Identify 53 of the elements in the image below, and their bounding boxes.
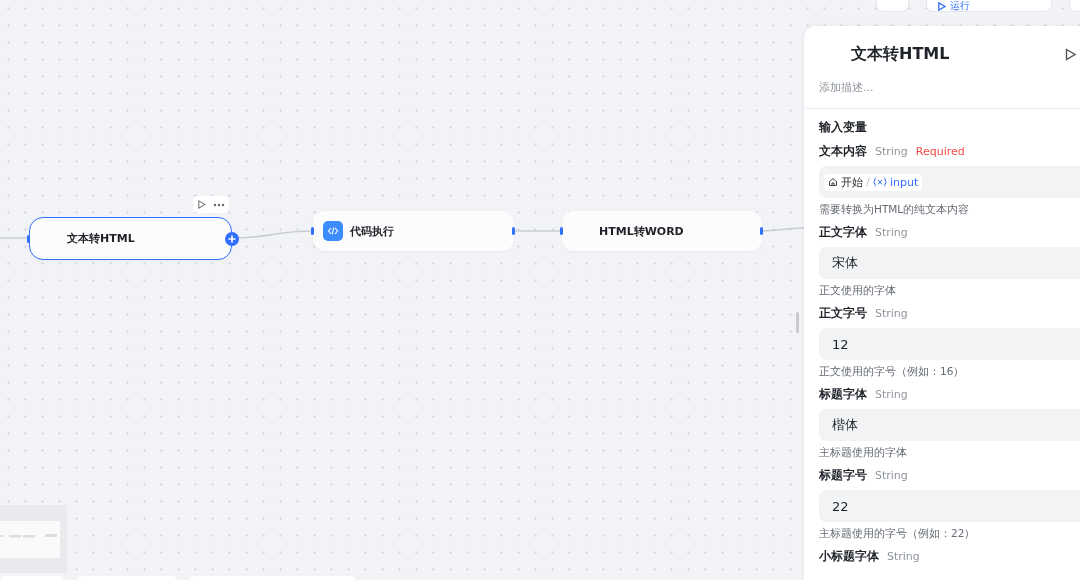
- play-icon[interactable]: [196, 200, 206, 209]
- required-label: Required: [915, 145, 965, 158]
- param-name: 标题字号: [819, 467, 867, 484]
- variable-icon: [873, 177, 887, 187]
- param-type: String: [875, 226, 908, 239]
- output-handle[interactable]: [760, 227, 763, 235]
- node-title: 代码执行: [350, 223, 394, 239]
- play-icon: [937, 1, 946, 11]
- param-type: String: [887, 550, 920, 563]
- field-hint: 正文使用的字体: [819, 284, 897, 298]
- param-type: String: [875, 145, 908, 158]
- minimap[interactable]: [0, 505, 67, 573]
- toolbar-button[interactable]: [876, 0, 909, 12]
- field-hint: 主标题使用的字号（例如：22）: [819, 527, 977, 541]
- home-icon: [828, 177, 838, 187]
- text-field[interactable]: 12: [819, 328, 1080, 360]
- workflow-node[interactable]: HTML转WORD: [562, 211, 762, 251]
- workflow-node[interactable]: 文本转HTML: [29, 217, 232, 260]
- input-handle[interactable]: [560, 227, 563, 235]
- input-handle[interactable]: [27, 234, 30, 243]
- connector-line: [762, 226, 804, 233]
- variable-name: input: [890, 175, 919, 189]
- text-field[interactable]: 宋体: [819, 247, 1080, 279]
- param-name: 文本内容: [819, 143, 867, 160]
- play-icon[interactable]: [1065, 48, 1076, 61]
- reference-field[interactable]: 开始 input: [819, 166, 1080, 198]
- code-icon: [323, 221, 343, 241]
- param-type: String: [875, 307, 908, 320]
- param-name: 正文字体: [819, 224, 867, 241]
- variable-tag[interactable]: 开始 input: [824, 173, 923, 191]
- param-type: String: [875, 388, 908, 401]
- field-hint: 正文使用的字号（例如：16）: [819, 365, 966, 379]
- param-type: String: [875, 469, 908, 482]
- panel-title: 文本转HTML: [851, 44, 950, 65]
- param-name: 正文字号: [819, 305, 867, 322]
- param-name: 标题字体: [819, 386, 867, 403]
- field-hint: 需要转换为HTML的纯文本内容: [819, 203, 971, 217]
- resize-handle[interactable]: [796, 312, 799, 333]
- node-title: 文本转HTML: [66, 231, 135, 246]
- param-name: 小标题字体: [819, 548, 879, 565]
- workflow-node[interactable]: 代码执行: [313, 211, 514, 251]
- node-title: HTML转WORD: [598, 223, 684, 239]
- output-handle[interactable]: [512, 227, 515, 235]
- minimap-viewport: [0, 520, 60, 558]
- path-separator: [866, 177, 870, 187]
- node-name: 开始: [841, 174, 863, 190]
- add-icon[interactable]: [225, 231, 239, 246]
- text-field[interactable]: 22: [819, 490, 1080, 522]
- section-title: 输入变量: [819, 119, 868, 136]
- field-hint: 主标题使用的字体: [819, 446, 908, 460]
- text-field[interactable]: 楷体: [819, 409, 1080, 441]
- input-handle[interactable]: [311, 227, 314, 235]
- more-icon[interactable]: [213, 202, 226, 207]
